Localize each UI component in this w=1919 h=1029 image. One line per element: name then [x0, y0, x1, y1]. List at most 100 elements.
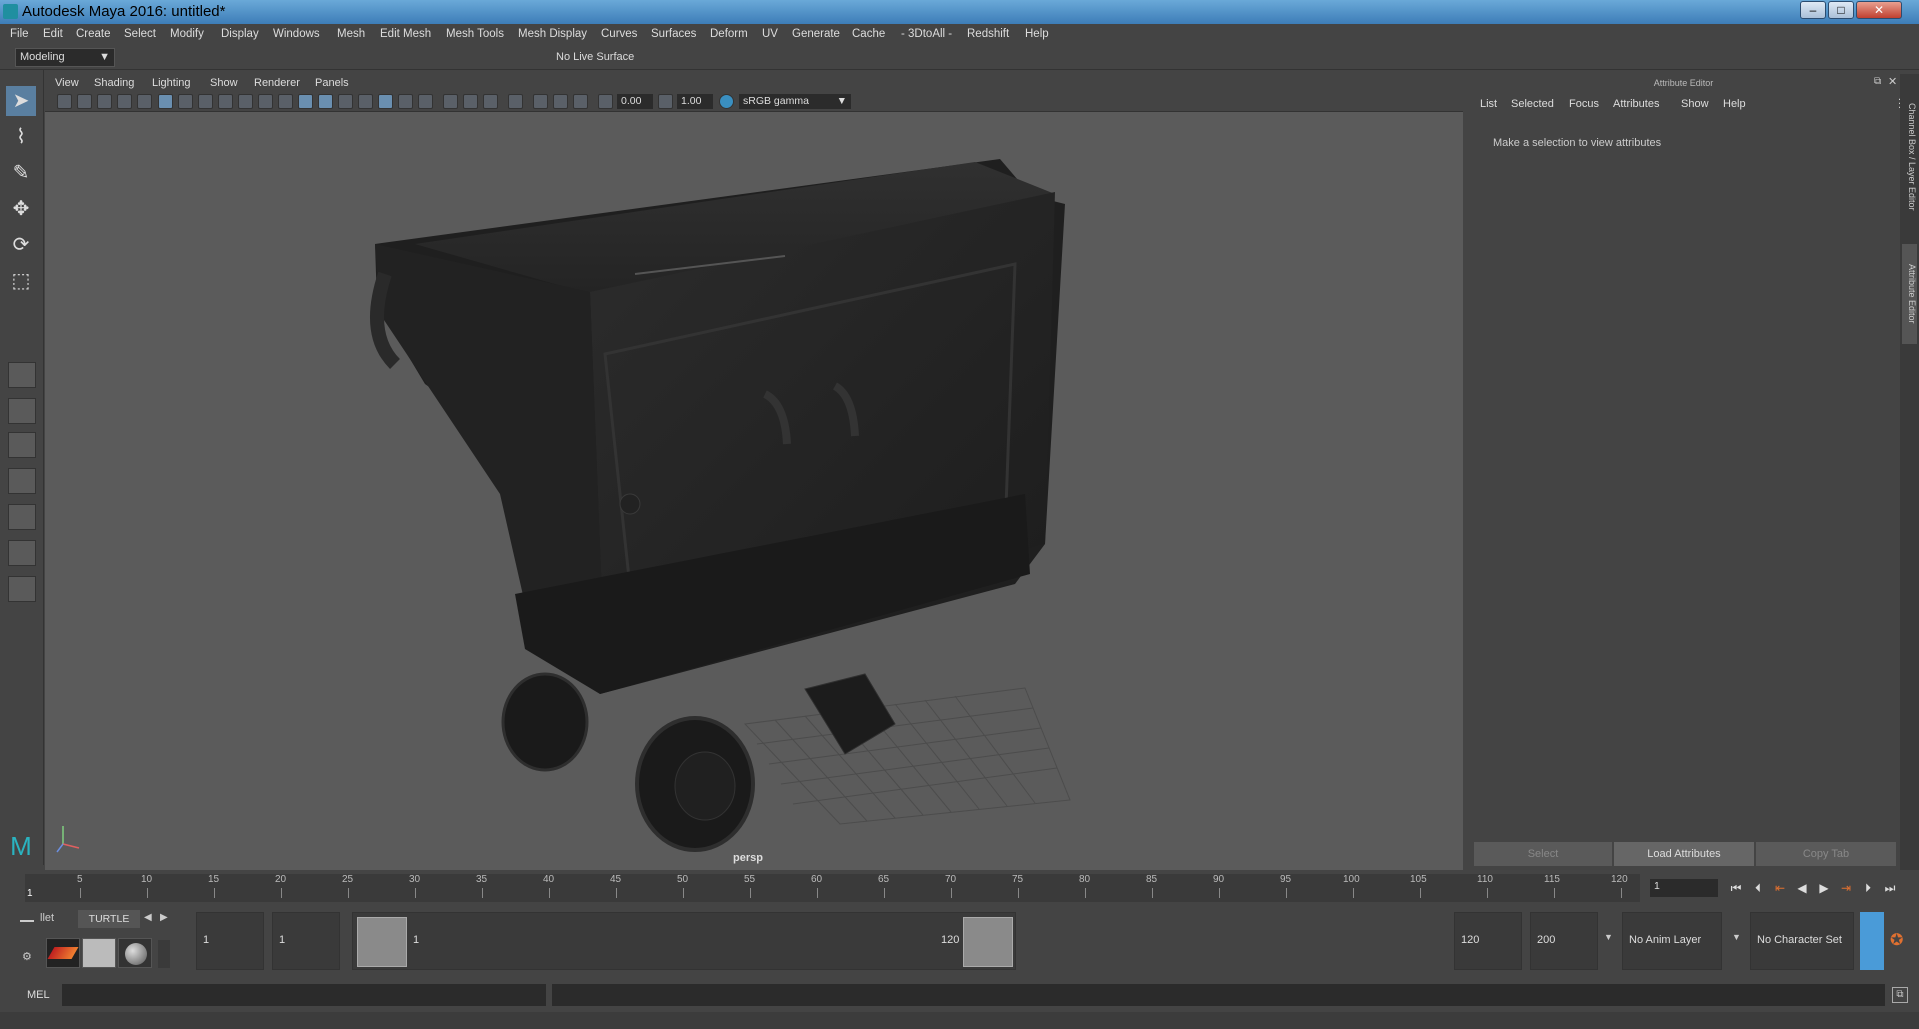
exposure-icon[interactable] — [598, 94, 613, 109]
safe-title-icon[interactable] — [278, 94, 293, 109]
range-end-handle[interactable] — [963, 917, 1013, 967]
menu-windows[interactable]: Windows — [273, 28, 320, 40]
select-button[interactable]: Select — [1474, 842, 1612, 866]
step-forward-frame-icon[interactable]: ⏵ — [1860, 880, 1876, 896]
attribute-editor-tab[interactable]: Attribute Editor — [1902, 244, 1917, 344]
current-frame-field[interactable]: 1 — [1650, 879, 1718, 897]
grid-toggle-icon[interactable] — [158, 94, 173, 109]
film-gate-icon[interactable] — [178, 94, 193, 109]
menu-help[interactable]: Help — [1025, 28, 1049, 40]
copy-tab-button[interactable]: Copy Tab — [1756, 842, 1896, 866]
mel-label[interactable]: MEL — [27, 989, 50, 1001]
turtle-bake-icon[interactable] — [82, 938, 116, 968]
menu-3dtoall[interactable]: - 3DtoAll - — [901, 28, 952, 40]
playback-start-field[interactable]: 1 — [272, 912, 340, 970]
paint-select-icon[interactable]: ✎ — [6, 158, 36, 188]
shelf-tab-right-icon[interactable]: ▶ — [160, 912, 168, 923]
rotate-tool-icon[interactable]: ⟳ — [6, 230, 36, 260]
chevron-down-icon[interactable]: ▼ — [1604, 932, 1613, 942]
single-pane-layout-button[interactable] — [8, 362, 36, 388]
menu-modify[interactable]: Modify — [170, 28, 204, 40]
time-slider[interactable]: 1 5 10 15 20 25 30 35 40 45 50 55 60 65 … — [0, 872, 1919, 904]
use-default-material-icon[interactable] — [338, 94, 353, 109]
anim-layer-field[interactable]: No Anim Layer — [1622, 912, 1722, 970]
four-pane-layout-button[interactable] — [8, 398, 36, 424]
move-tool-icon[interactable]: ✥ — [6, 194, 36, 224]
attr-menu-show[interactable]: Show — [1681, 98, 1709, 110]
step-forward-key-icon[interactable]: ⇥ — [1838, 880, 1854, 896]
collapse-icon[interactable] — [20, 920, 34, 922]
menu-mesh-tools[interactable]: Mesh Tools — [446, 28, 504, 40]
gamma-icon[interactable] — [658, 94, 673, 109]
live-surface-field[interactable]: No Live Surface — [552, 49, 646, 66]
menu-file[interactable]: File — [10, 28, 29, 40]
close-button[interactable]: ✕ — [1856, 1, 1902, 19]
attr-menu-help[interactable]: Help — [1723, 98, 1746, 110]
maximize-button[interactable]: □ — [1828, 1, 1854, 19]
screen-space-ao-icon[interactable] — [443, 94, 458, 109]
menu-display[interactable]: Display — [221, 28, 259, 40]
gear-icon[interactable]: ⚙ — [22, 950, 32, 963]
viewport-persp[interactable] — [45, 74, 1463, 870]
step-back-key-icon[interactable]: ⇤ — [1772, 880, 1788, 896]
wireframe-on-shaded-icon[interactable] — [358, 94, 373, 109]
menu-uv[interactable]: UV — [762, 28, 778, 40]
time-slider-track[interactable] — [25, 874, 1640, 902]
safe-action-icon[interactable] — [258, 94, 273, 109]
playback-end-field[interactable]: 120 — [1454, 912, 1522, 970]
menu-mesh-display[interactable]: Mesh Display — [518, 28, 587, 40]
play-forwards-icon[interactable]: ▶ — [1816, 880, 1832, 896]
image-plane-icon[interactable] — [117, 94, 132, 109]
scene-end-field[interactable]: 200 — [1530, 912, 1598, 970]
gate-mask-icon[interactable] — [218, 94, 233, 109]
turtle-render-icon[interactable] — [46, 938, 80, 968]
shadows-icon[interactable] — [418, 94, 433, 109]
camera-select-icon[interactable] — [57, 94, 72, 109]
shelf-tab-turtle[interactable]: TURTLE — [78, 910, 140, 928]
go-to-start-icon[interactable]: ⏮ — [1728, 880, 1744, 896]
chevron-down-icon[interactable]: ▼ — [1732, 932, 1741, 942]
gamma-field[interactable]: 1.00 — [677, 94, 713, 109]
minimize-button[interactable]: – — [1800, 1, 1826, 19]
menu-generate[interactable]: Generate — [792, 28, 840, 40]
channel-box-tab[interactable]: Channel Box / Layer Editor — [1902, 82, 1917, 232]
attr-menu-list[interactable]: List — [1480, 98, 1497, 110]
select-tool-icon[interactable]: ➤ — [6, 86, 36, 116]
menu-edit[interactable]: Edit — [43, 28, 63, 40]
viewport-menu-shading[interactable]: Shading — [94, 77, 134, 89]
motion-blur-icon[interactable] — [463, 94, 478, 109]
mode-dropdown[interactable]: Modeling ▼ — [15, 48, 115, 67]
colorspace-dropdown[interactable]: sRGB gamma ▼ — [739, 94, 851, 109]
color-management-icon[interactable] — [719, 94, 734, 109]
menu-deform[interactable]: Deform — [710, 28, 748, 40]
scene-start-field[interactable]: 1 — [196, 912, 264, 970]
preferences-runner-icon[interactable]: ✪ — [1890, 930, 1903, 950]
step-back-frame-icon[interactable]: ⏴ — [1750, 880, 1766, 896]
xray-icon[interactable] — [533, 94, 548, 109]
two-pane-layout-button[interactable] — [8, 432, 36, 458]
resolution-gate-icon[interactable] — [198, 94, 213, 109]
outliner-layout-button[interactable] — [8, 468, 36, 494]
camera-lock-icon[interactable] — [77, 94, 92, 109]
anti-aliasing-icon[interactable] — [483, 94, 498, 109]
menu-cache[interactable]: Cache — [852, 28, 885, 40]
go-to-end-icon[interactable]: ⏭ — [1882, 880, 1898, 896]
load-attributes-button[interactable]: Load Attributes — [1614, 842, 1754, 866]
bookmark-icon[interactable] — [97, 94, 112, 109]
attr-menu-selected[interactable]: Selected — [1511, 98, 1554, 110]
script-editor-icon[interactable]: ⧉ — [1892, 987, 1908, 1003]
menu-edit-mesh[interactable]: Edit Mesh — [380, 28, 431, 40]
menu-redshift[interactable]: Redshift — [967, 28, 1009, 40]
command-input[interactable] — [62, 984, 546, 1006]
float-panel-icon[interactable]: ⧉ — [1874, 76, 1881, 87]
lasso-tool-icon[interactable]: ⌇ — [6, 122, 36, 152]
menu-surfaces[interactable]: Surfaces — [651, 28, 696, 40]
xray-joints-icon[interactable] — [573, 94, 588, 109]
shelf-scroll-icon[interactable] — [158, 940, 170, 968]
use-all-lights-icon[interactable] — [398, 94, 413, 109]
range-start-handle[interactable] — [357, 917, 407, 967]
menu-create[interactable]: Create — [76, 28, 111, 40]
smooth-shade-icon[interactable] — [318, 94, 333, 109]
viewport-menu-lighting[interactable]: Lighting — [152, 77, 191, 89]
field-chart-icon[interactable] — [238, 94, 253, 109]
